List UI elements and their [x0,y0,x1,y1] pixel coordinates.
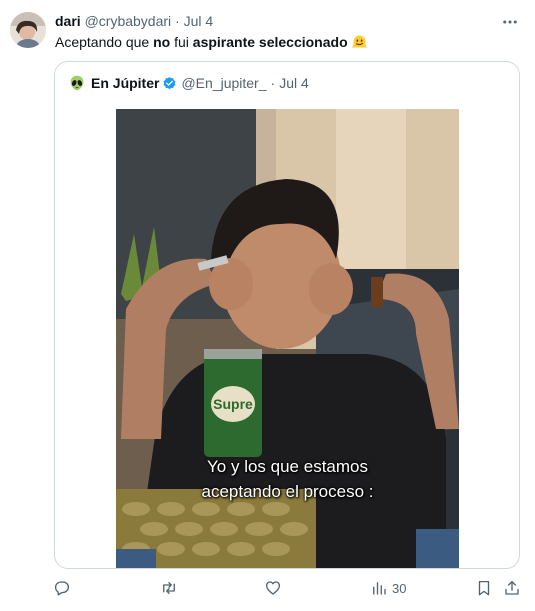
verified-badge-icon [163,76,176,89]
bookmark-button[interactable] [475,579,493,597]
melting-face-icon [351,35,367,48]
quote-timestamp[interactable]: Jul 4 [279,74,309,92]
separator: · [175,13,180,29]
tweet-header: dari @crybabydari · Jul 4 [55,12,213,30]
share-icon [505,580,519,595]
video-caption-line1: Yo y los que estamos [207,457,368,476]
handle[interactable]: @crybabydari [85,13,172,29]
action-bar: 30 [0,575,535,601]
quote-media-video[interactable]: Supre Yo y los que estamos aceptando el … [116,109,459,568]
retweet-button[interactable] [160,579,182,597]
quote-display-name[interactable]: En Júpiter [91,74,159,92]
text-bold-no: no [153,34,171,50]
text-segment: fui [170,34,193,50]
bookmark-icon [478,580,490,596]
more-icon[interactable] [501,13,519,31]
like-button[interactable] [264,579,286,597]
retweet-icon [163,582,175,594]
alien-icon [70,75,84,91]
views-icon [373,582,386,595]
display-name[interactable]: dari [55,13,81,29]
avatar[interactable] [10,12,46,48]
can-label: Supre [213,396,253,412]
timestamp[interactable]: Jul 4 [184,13,214,29]
text-segment: Aceptando que [55,34,154,50]
heart-icon [265,581,281,595]
text-bold-aspirante: aspirante seleccionado [192,34,348,50]
share-button[interactable] [503,579,521,597]
reply-icon [54,581,70,596]
reply-button[interactable] [53,579,75,597]
separator: · [270,75,276,91]
quote-handle[interactable]: @En_jupiter_ [181,74,266,92]
quoted-tweet[interactable]: En Júpiter @En_jupiter_ · Jul 4 Supre Yo… [54,61,520,569]
video-caption-line2: aceptando el proceso : [201,482,374,501]
tweet-text: Aceptando que no fui aspirante seleccion… [55,32,368,52]
tweet[interactable]: dari @crybabydari · Jul 4 Aceptando que … [0,0,535,611]
views-button[interactable]: 30 [370,579,406,597]
quote-header: En Júpiter @En_jupiter_ · Jul 4 [69,74,309,92]
views-count: 30 [392,580,407,596]
